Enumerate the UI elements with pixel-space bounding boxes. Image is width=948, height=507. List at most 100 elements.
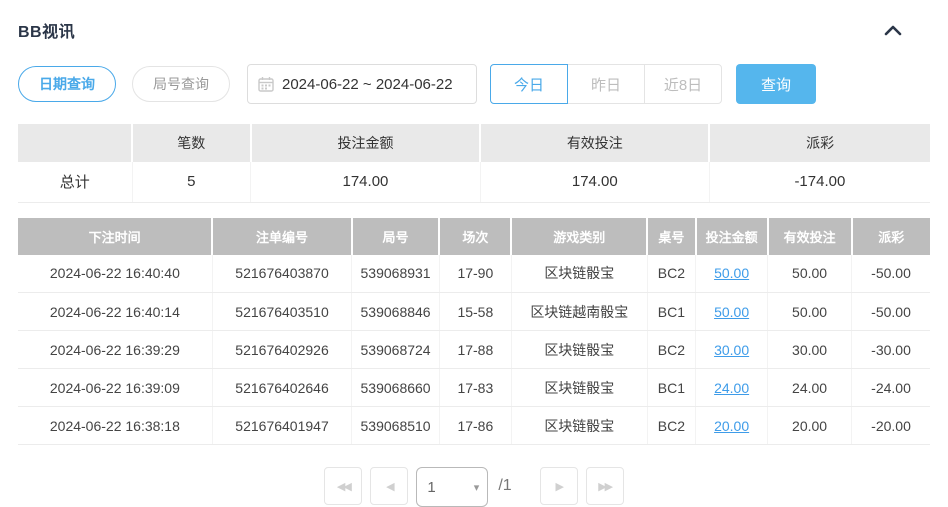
cell-bet-time: 2024-06-22 16:38:18: [18, 406, 213, 445]
prev-page-button[interactable]: ◀: [370, 467, 409, 505]
header-valid-bet: 有效投注: [767, 217, 853, 255]
bet-amount-link[interactable]: 50.00: [714, 265, 749, 281]
header-payout: 派彩: [851, 217, 930, 255]
cell-table-no: BC1: [647, 368, 697, 407]
table-row: 2024-06-22 16:40:40 521676403870 5390689…: [18, 254, 930, 293]
cell-valid-bet: 50.00: [767, 254, 853, 293]
arrow-left-icon: ◀: [386, 480, 395, 493]
summary-total-count: 5: [132, 162, 252, 203]
cell-order-id: 521676403870: [212, 254, 353, 293]
cell-payout: -20.00: [851, 406, 930, 445]
page-total: /1: [498, 477, 512, 494]
cell-bet-time: 2024-06-22 16:40:14: [18, 292, 213, 331]
page-select-value: 1: [427, 478, 436, 496]
summary-header-valid-bet: 有效投注: [480, 124, 711, 162]
cell-bet-amount: 24.00: [695, 368, 769, 407]
cell-round-id: 539068510: [351, 406, 440, 445]
cell-game-type: 区块链越南骰宝: [511, 292, 648, 331]
double-arrow-left-icon: ◀◀: [336, 480, 352, 493]
bet-amount-link[interactable]: 50.00: [714, 304, 749, 320]
cell-round-id: 539068660: [351, 368, 440, 407]
cell-payout: -50.00: [851, 292, 930, 331]
cell-bet-amount: 50.00: [695, 254, 769, 293]
cell-order-id: 521676402926: [212, 330, 353, 369]
cell-valid-bet: 24.00: [767, 368, 853, 407]
cell-round-id: 539068931: [351, 254, 440, 293]
cell-bet-time: 2024-06-22 16:39:09: [18, 368, 213, 407]
summary-header-bet-amount: 投注金额: [250, 124, 482, 162]
cell-session: 17-90: [439, 254, 512, 293]
page-select[interactable]: 1 ▾: [416, 467, 489, 507]
table-row: 2024-06-22 16:38:18 521676401947 5390685…: [18, 406, 930, 445]
summary-table: 笔数 投注金额 有效投注 派彩 总计 5 174.00 174.00 -174.…: [18, 124, 930, 203]
page-title: BB视讯: [18, 24, 76, 41]
cell-bet-amount: 30.00: [695, 330, 769, 369]
summary-header-row: 笔数 投注金额 有效投注 派彩: [18, 124, 930, 162]
cell-round-id: 539068724: [351, 330, 440, 369]
cell-table-no: BC2: [647, 406, 697, 445]
last-page-button[interactable]: ▶▶: [585, 467, 624, 505]
cell-valid-bet: 30.00: [767, 330, 853, 369]
header-bet-time: 下注时间: [18, 217, 214, 255]
summary-header-payout: 派彩: [709, 124, 930, 162]
date-range-value: 2024-06-22 ~ 2024-06-22: [282, 75, 453, 93]
cell-round-id: 539068846: [351, 292, 440, 331]
pagination: ◀◀ ◀ 1 ▾ /1 ▶ ▶▶: [18, 467, 930, 507]
query-toolbar: 日期查询 局号查询 2024-06-22 ~ 2024-06-22 今日 昨日 …: [18, 64, 930, 104]
bet-amount-link[interactable]: 24.00: [714, 380, 749, 396]
round-query-tab[interactable]: 局号查询: [132, 66, 230, 102]
summary-total-row: 总计 5 174.00 174.00 -174.00: [18, 162, 930, 203]
cell-bet-amount: 20.00: [695, 406, 769, 445]
next-page-button[interactable]: ▶: [539, 467, 578, 505]
summary-header-count: 笔数: [132, 124, 252, 162]
summary-total-valid-bet: 174.00: [480, 162, 710, 203]
table-row: 2024-06-22 16:39:29 521676402926 5390687…: [18, 330, 930, 369]
cell-session: 17-86: [439, 406, 512, 445]
cell-game-type: 区块链骰宝: [511, 368, 648, 407]
cell-game-type: 区块链骰宝: [511, 406, 648, 445]
collapse-button[interactable]: [880, 19, 906, 41]
bet-amount-link[interactable]: 20.00: [714, 418, 749, 434]
date-range-input[interactable]: 2024-06-22 ~ 2024-06-22: [247, 64, 477, 104]
cell-table-no: BC2: [647, 254, 697, 293]
cell-game-type: 区块链骰宝: [511, 330, 648, 369]
cell-table-no: BC2: [647, 330, 697, 369]
summary-total-payout: -174.00: [709, 162, 930, 203]
chevron-up-icon: [884, 25, 902, 35]
summary-total-bet-amount: 174.00: [250, 162, 481, 203]
quick-filter-group: 今日 昨日 近8日: [490, 64, 722, 104]
filter-yesterday[interactable]: 昨日: [567, 64, 645, 104]
bets-table: 下注时间 注单编号 局号 场次 游戏类别 桌号 投注金额 有效投注 派彩 202…: [18, 217, 930, 445]
cell-payout: -30.00: [851, 330, 930, 369]
table-row: 2024-06-22 16:39:09 521676402646 5390686…: [18, 368, 930, 407]
cell-session: 17-88: [439, 330, 512, 369]
panel-header: BB视讯: [18, 0, 930, 42]
cell-valid-bet: 50.00: [767, 292, 853, 331]
cell-table-no: BC1: [647, 292, 697, 331]
summary-total-label: 总计: [18, 162, 133, 203]
date-query-tab[interactable]: 日期查询: [18, 66, 116, 102]
cell-order-id: 521676403510: [212, 292, 353, 331]
calendar-icon: [258, 76, 274, 92]
cell-bet-time: 2024-06-22 16:40:40: [18, 254, 213, 293]
header-bet-amount: 投注金额: [695, 217, 769, 255]
bet-amount-link[interactable]: 30.00: [714, 342, 749, 358]
cell-order-id: 521676402646: [212, 368, 353, 407]
bets-header-row: 下注时间 注单编号 局号 场次 游戏类别 桌号 投注金额 有效投注 派彩: [18, 217, 930, 255]
filter-today[interactable]: 今日: [490, 64, 568, 104]
double-arrow-right-icon: ▶▶: [598, 480, 613, 493]
arrow-right-icon: ▶: [555, 480, 564, 493]
first-page-button[interactable]: ◀◀: [324, 467, 363, 505]
cell-payout: -50.00: [851, 254, 930, 293]
bb-video-panel: BB视讯 日期查询 局号查询 2024-06-22 ~ 2024-06-22 今…: [0, 0, 948, 507]
header-round-id: 局号: [351, 217, 441, 255]
search-button[interactable]: 查询: [736, 64, 816, 104]
header-order-id: 注单编号: [212, 217, 353, 255]
cell-payout: -24.00: [851, 368, 930, 407]
table-row: 2024-06-22 16:40:14 521676403510 5390688…: [18, 292, 930, 331]
cell-bet-time: 2024-06-22 16:39:29: [18, 330, 213, 369]
filter-last-8-days[interactable]: 近8日: [644, 64, 722, 104]
cell-game-type: 区块链骰宝: [511, 254, 648, 293]
header-game-type: 游戏类别: [511, 217, 649, 255]
cell-valid-bet: 20.00: [767, 406, 853, 445]
